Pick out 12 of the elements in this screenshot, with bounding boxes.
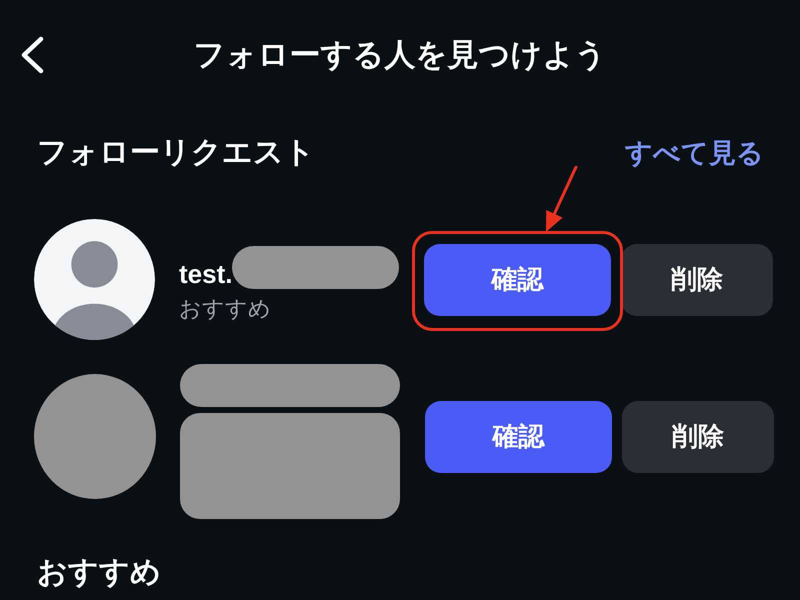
see-all-link[interactable]: すべて見る	[625, 135, 764, 171]
delete-button[interactable]: 削除	[622, 400, 774, 472]
annotation-arrow	[544, 166, 578, 232]
page-title: フォローする人を見つけよう	[194, 36, 606, 74]
subtitle: おすすめ	[179, 295, 271, 323]
username: test.	[179, 258, 232, 290]
section-heading: おすすめ	[37, 555, 161, 591]
section-heading: フォローリクエスト	[37, 135, 315, 171]
confirm-button[interactable]: 確認	[424, 244, 611, 316]
back-chevron-icon[interactable]	[19, 36, 45, 74]
confirm-button[interactable]: 確認	[425, 400, 612, 472]
delete-button[interactable]: 削除	[621, 244, 773, 316]
